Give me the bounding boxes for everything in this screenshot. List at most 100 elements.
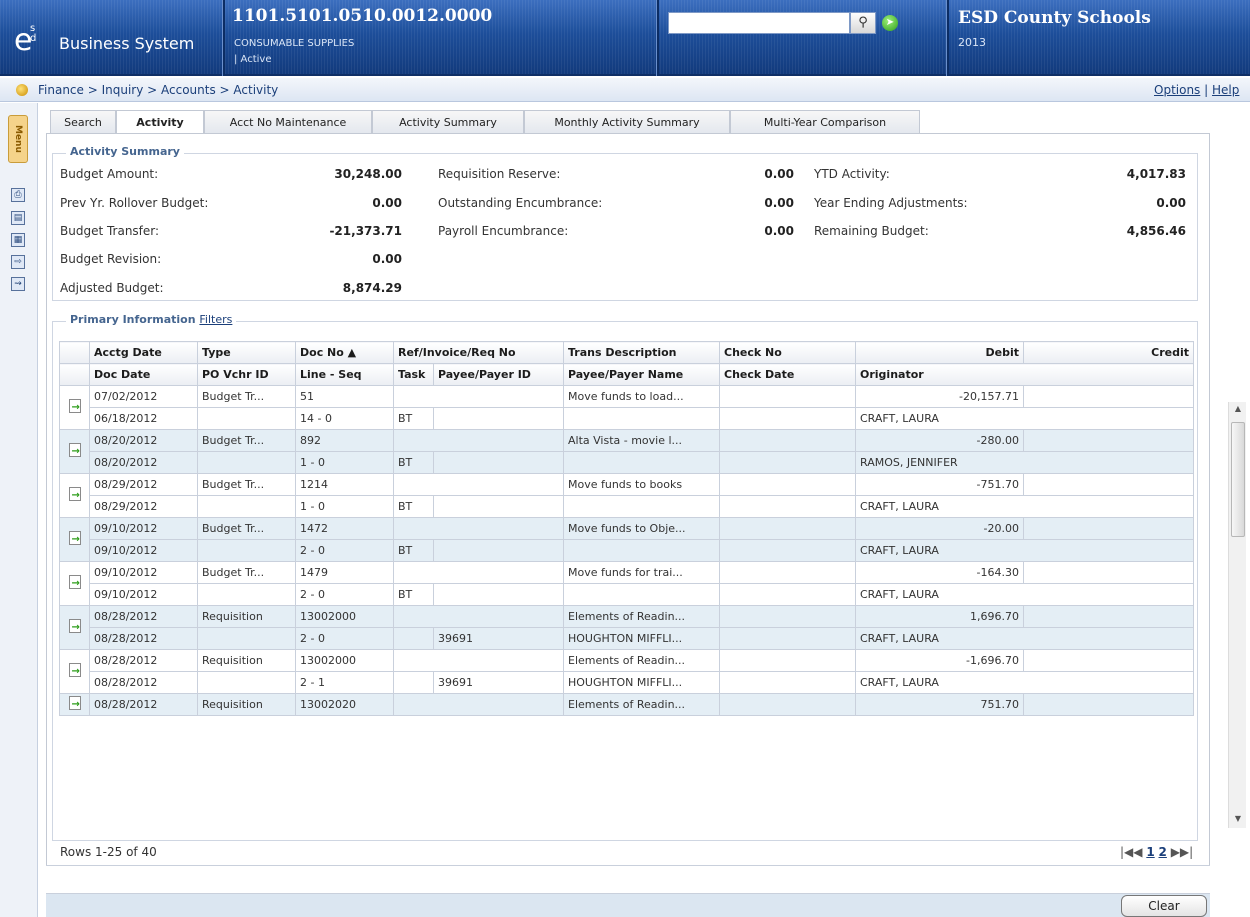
row-detail-cell[interactable] bbox=[59, 429, 90, 474]
search-button[interactable]: ⚲ bbox=[850, 12, 876, 34]
originator-cell: CRAFT, LAURA bbox=[855, 539, 1194, 562]
row-detail-cell[interactable] bbox=[59, 649, 90, 694]
search-input[interactable] bbox=[668, 12, 850, 34]
row-detail-cell[interactable] bbox=[59, 693, 90, 716]
col-trans-description[interactable]: Trans Description bbox=[563, 341, 720, 364]
row-detail-cell[interactable] bbox=[59, 473, 90, 518]
credit-cell bbox=[1023, 429, 1194, 452]
description-cell: Move funds to books bbox=[563, 473, 720, 496]
col-ref-invoice[interactable]: Ref/Invoice/Req No bbox=[393, 341, 564, 364]
report-icon[interactable]: ▤ bbox=[11, 211, 25, 225]
po-vchr-cell bbox=[197, 583, 296, 606]
table-row[interactable]: 08/29/2012 1 - 0 BT CRAFT, LAURA bbox=[60, 495, 1194, 518]
page-1-link[interactable]: 1 bbox=[1146, 845, 1154, 859]
table-row[interactable]: 08/28/2012Requisition13002000 Elements of… bbox=[59, 649, 1194, 694]
table-row[interactable]: 08/28/2012Requisition13002000 Elements of… bbox=[59, 605, 1194, 650]
originator-cell: CRAFT, LAURA bbox=[855, 407, 1194, 430]
table-row[interactable]: 06/18/2012 14 - 0 BT CRAFT, LAURA bbox=[60, 407, 1194, 430]
col-doc-no-label: Doc No bbox=[300, 346, 344, 359]
open-detail-icon[interactable] bbox=[68, 531, 81, 545]
doc-no-cell: 13002020 bbox=[295, 693, 394, 716]
col-type[interactable]: Type bbox=[197, 341, 296, 364]
scroll-down-icon[interactable]: ▼ bbox=[1233, 814, 1243, 823]
col-payee-id[interactable]: Payee/Payer ID bbox=[433, 363, 564, 386]
tab-acct-no-maintenance[interactable]: Acct No Maintenance bbox=[204, 110, 372, 134]
header-divider bbox=[946, 0, 949, 76]
type-cell: Budget Tr... bbox=[197, 385, 296, 408]
table-row[interactable]: 09/10/2012Budget Tr...1472 Move funds to … bbox=[59, 517, 1194, 562]
open-detail-icon[interactable] bbox=[68, 696, 81, 710]
table-row[interactable]: 07/02/2012Budget Tr...51 Move funds to lo… bbox=[59, 385, 1194, 430]
debit-cell: 751.70 bbox=[855, 693, 1024, 716]
col-debit[interactable]: Debit bbox=[855, 341, 1024, 364]
col-po-vchr-id[interactable]: PO Vchr ID bbox=[197, 363, 296, 386]
col-check-date[interactable]: Check Date bbox=[719, 363, 856, 386]
adjusted-budget-value: 8,874.29 bbox=[342, 281, 402, 295]
col-doc-date[interactable]: Doc Date bbox=[89, 363, 198, 386]
table-row[interactable]: 09/10/2012Budget Tr...1479 Move funds for… bbox=[59, 561, 1194, 606]
doc-date-cell: 09/10/2012 bbox=[89, 583, 198, 606]
scroll-thumb[interactable] bbox=[1231, 422, 1245, 537]
tab-monthly-activity-summary[interactable]: Monthly Activity Summary bbox=[524, 110, 730, 134]
table-row[interactable]: 08/28/2012 2 - 1 39691 HOUGHTON MIFFLI... CR… bbox=[60, 671, 1194, 694]
tab-search[interactable]: Search bbox=[50, 110, 116, 134]
line-seq-cell: 2 - 1 bbox=[295, 671, 394, 694]
table-row[interactable]: 08/28/2012 2 - 0 39691 HOUGHTON MIFFLI... CR… bbox=[60, 627, 1194, 650]
row-detail-cell[interactable] bbox=[59, 385, 90, 430]
col-credit[interactable]: Credit bbox=[1023, 341, 1194, 364]
export-icon[interactable]: ⇨ bbox=[11, 255, 25, 269]
help-link[interactable]: Help bbox=[1212, 83, 1239, 97]
grid-header-corner bbox=[59, 363, 90, 386]
tab-activity-summary[interactable]: Activity Summary bbox=[372, 110, 524, 134]
col-payee-name[interactable]: Payee/Payer Name bbox=[563, 363, 720, 386]
description-cell: Move funds to load... bbox=[563, 385, 720, 408]
row-detail-cell[interactable] bbox=[59, 561, 90, 606]
debit-cell: -20,157.71 bbox=[855, 385, 1024, 408]
vertical-scrollbar[interactable]: ▲ ▼ bbox=[1228, 402, 1246, 828]
table-row[interactable]: 09/10/2012 2 - 0 BT CRAFT, LAURA bbox=[60, 539, 1194, 562]
row-detail-cell[interactable] bbox=[59, 605, 90, 650]
print-icon[interactable]: ⎙ bbox=[11, 188, 25, 202]
table-row[interactable]: 09/10/2012 2 - 0 BT CRAFT, LAURA bbox=[60, 583, 1194, 606]
go-icon[interactable]: ➤ bbox=[882, 15, 898, 31]
debit-cell: -280.00 bbox=[855, 429, 1024, 452]
table-row[interactable]: 08/28/2012Requisition13002020 Elements of… bbox=[59, 693, 1194, 716]
table-row[interactable]: 08/20/2012 1 - 0 BT RAMOS, JENNIFER bbox=[60, 451, 1194, 474]
debit-cell: -164.30 bbox=[855, 561, 1024, 584]
col-doc-no[interactable]: Doc No ▲ bbox=[295, 341, 394, 364]
clear-button[interactable]: Clear bbox=[1121, 895, 1207, 917]
col-task[interactable]: Task bbox=[393, 363, 434, 386]
bookmark-icon[interactable]: ⇝ bbox=[11, 277, 25, 291]
next-last-page-icon[interactable]: ▶▶| bbox=[1171, 845, 1194, 859]
remaining-budget-value: 4,856.46 bbox=[1126, 224, 1186, 238]
breadcrumb[interactable]: Finance > Inquiry > Accounts > Activity bbox=[38, 83, 278, 97]
open-detail-icon[interactable] bbox=[68, 575, 81, 589]
page-2-link[interactable]: 2 bbox=[1159, 845, 1167, 859]
options-link[interactable]: Options bbox=[1154, 83, 1200, 97]
tab-activity[interactable]: Activity bbox=[116, 110, 204, 135]
col-check-no[interactable]: Check No bbox=[719, 341, 856, 364]
calendar-icon[interactable]: ▦ bbox=[11, 233, 25, 247]
row-detail-cell[interactable] bbox=[59, 517, 90, 562]
open-detail-icon[interactable] bbox=[68, 619, 81, 633]
ref-cell bbox=[393, 517, 564, 540]
col-acctg-date[interactable]: Acctg Date bbox=[89, 341, 198, 364]
first-prev-page-icon[interactable]: |◀◀ bbox=[1120, 845, 1143, 859]
po-vchr-cell bbox=[197, 671, 296, 694]
menu-tab[interactable]: Menu bbox=[8, 115, 28, 163]
credit-cell bbox=[1023, 605, 1194, 628]
table-row[interactable]: 08/29/2012Budget Tr...1214 Move funds to … bbox=[59, 473, 1194, 518]
filters-link[interactable]: Filters bbox=[199, 313, 232, 326]
open-detail-icon[interactable] bbox=[68, 443, 81, 457]
grid-header-corner bbox=[59, 341, 90, 364]
scroll-up-icon[interactable]: ▲ bbox=[1233, 404, 1243, 413]
col-originator[interactable]: Originator bbox=[855, 363, 1194, 386]
account-number: 1101.5101.0510.0012.0000 bbox=[232, 6, 493, 26]
tab-multi-year-comparison[interactable]: Multi-Year Comparison bbox=[730, 110, 920, 134]
table-row[interactable]: 08/20/2012Budget Tr...892 Alta Vista - mo… bbox=[59, 429, 1194, 474]
activity-grid: Acctg Date Type Doc No ▲ Ref/Invoice/Req… bbox=[59, 341, 1194, 716]
open-detail-icon[interactable] bbox=[68, 399, 81, 413]
open-detail-icon[interactable] bbox=[68, 663, 81, 677]
col-line-seq[interactable]: Line - Seq bbox=[295, 363, 394, 386]
open-detail-icon[interactable] bbox=[68, 487, 81, 501]
